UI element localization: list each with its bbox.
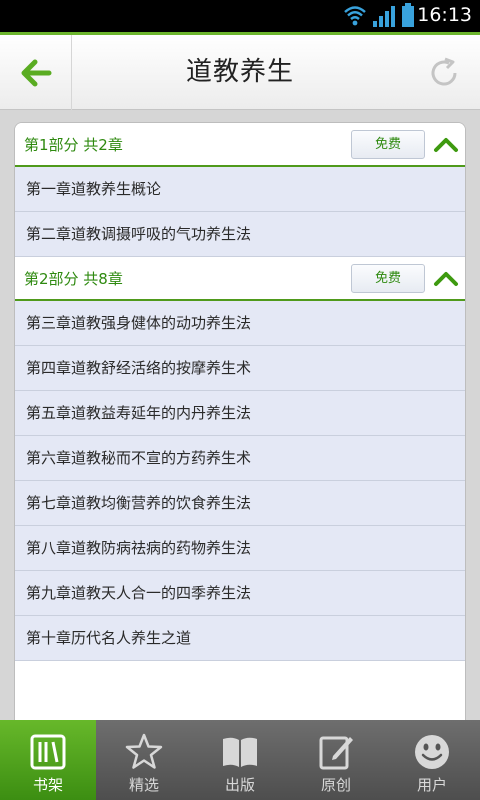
tab-original[interactable]: 原创 <box>288 720 384 800</box>
section-header[interactable]: 第1部分 共2章 免费 <box>15 123 465 167</box>
chapter-item[interactable]: 第十章历代名人养生之道 <box>15 616 465 661</box>
bottom-tab-bar: 书架 精选 出版 原创 用户 <box>0 720 480 800</box>
section-title: 第1部分 共2章 <box>24 136 123 154</box>
star-icon <box>125 733 163 769</box>
chevron-up-icon[interactable] <box>433 267 459 289</box>
free-button[interactable]: 免费 <box>351 264 425 293</box>
content-area: 第1部分 共2章 免费 第一章道教养生概论 第二章道教调摄呼吸的气功养生法 第2… <box>0 110 480 722</box>
section-header[interactable]: 第2部分 共8章 免费 <box>15 257 465 301</box>
bookshelf-icon <box>30 734 66 770</box>
refresh-button[interactable] <box>408 35 480 110</box>
chapter-item[interactable]: 第三章道教强身健体的动功养生法 <box>15 301 465 346</box>
tab-published[interactable]: 出版 <box>192 720 288 800</box>
tab-user[interactable]: 用户 <box>384 720 480 800</box>
book-icon <box>223 737 257 767</box>
status-bar: 16:13 <box>0 0 480 32</box>
chapter-item[interactable]: 第六章道教秘而不宣的方药养生术 <box>15 436 465 481</box>
chapter-item[interactable]: 第七章道教均衡营养的饮食养生法 <box>15 481 465 526</box>
edit-icon <box>319 736 353 770</box>
chapter-item[interactable]: 第五章道教益寿延年的内丹养生法 <box>15 391 465 436</box>
chapter-list: 第1部分 共2章 免费 第一章道教养生概论 第二章道教调摄呼吸的气功养生法 第2… <box>14 122 466 722</box>
tab-featured[interactable]: 精选 <box>96 720 192 800</box>
page-title: 道教养生 <box>185 57 294 87</box>
chapter-item[interactable]: 第二章道教调摄呼吸的气功养生法 <box>15 212 465 257</box>
clock: 16:13 <box>417 4 472 26</box>
back-button[interactable] <box>0 35 72 110</box>
section-title: 第2部分 共8章 <box>24 270 123 288</box>
tab-label: 书架 <box>32 776 63 794</box>
wifi-icon <box>344 6 366 26</box>
tab-label: 用户 <box>416 776 447 794</box>
refresh-icon <box>431 57 457 85</box>
header-bar: 道教养生 <box>0 32 480 110</box>
signal-icon <box>373 6 395 27</box>
tab-label: 原创 <box>320 776 351 794</box>
tab-bookshelf[interactable]: 书架 <box>0 720 96 800</box>
free-button[interactable]: 免费 <box>351 130 425 159</box>
chapter-item[interactable]: 第四章道教舒经活络的按摩养生术 <box>15 346 465 391</box>
back-arrow-icon <box>21 59 51 86</box>
chevron-up-icon[interactable] <box>433 133 459 155</box>
tab-label: 精选 <box>128 776 159 794</box>
chapter-item[interactable]: 第九章道教天人合一的四季养生法 <box>15 571 465 616</box>
chapter-item[interactable]: 第一章道教养生概论 <box>15 167 465 212</box>
smiley-icon <box>415 735 449 769</box>
tab-label: 出版 <box>224 776 255 794</box>
chapter-item[interactable]: 第八章道教防病祛病的药物养生法 <box>15 526 465 571</box>
battery-icon <box>402 3 414 27</box>
